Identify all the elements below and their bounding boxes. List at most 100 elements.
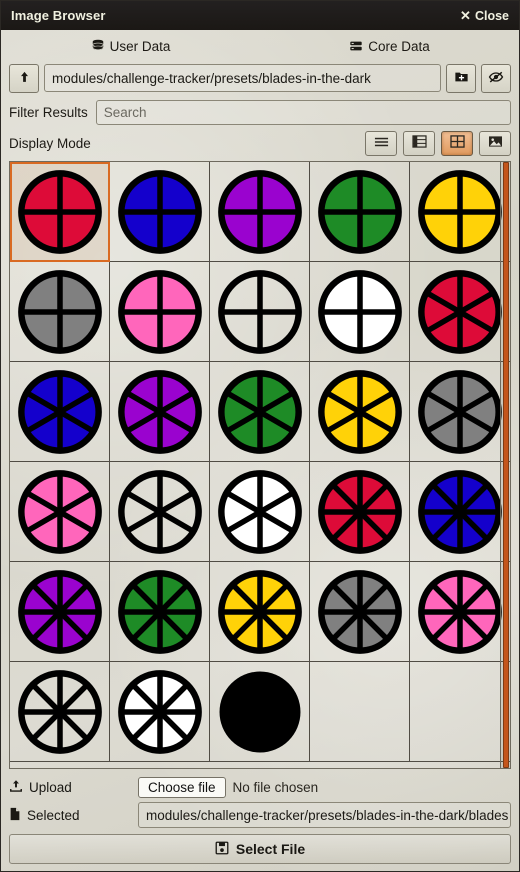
- clock-8-blue-thumbnail: [418, 469, 502, 554]
- upload-label: Upload: [29, 779, 72, 795]
- select-file-button[interactable]: Select File: [9, 834, 511, 864]
- grid-cell[interactable]: [10, 462, 110, 562]
- grid-cell[interactable]: [410, 562, 510, 662]
- eye-slash-icon: [488, 70, 504, 87]
- grid-cell[interactable]: [310, 562, 410, 662]
- clock-4-transparent-thumbnail: [217, 269, 302, 354]
- grid-cell-empty: [310, 662, 410, 762]
- data-source-tabs: User Data Core Data: [1, 30, 519, 60]
- clock-6-white-thumbnail: [217, 469, 302, 554]
- upload-row: Upload Choose file No file chosen: [9, 773, 511, 801]
- grid-cell[interactable]: [210, 662, 310, 762]
- grid-cell[interactable]: [110, 162, 210, 262]
- database-icon: [91, 39, 105, 53]
- clock-6-yellow-thumbnail: [317, 369, 402, 454]
- no-file-chosen-text: No file chosen: [232, 779, 319, 795]
- clock-8-purple-thumbnail: [17, 569, 102, 654]
- list-icon: [374, 136, 389, 151]
- clock-6-blue-thumbnail: [17, 369, 102, 454]
- grid-scrollbar-track[interactable]: [500, 162, 510, 768]
- grid-cell[interactable]: [110, 662, 210, 762]
- grid-cell[interactable]: [110, 462, 210, 562]
- upload-label-group: Upload: [9, 779, 131, 796]
- grid-cell[interactable]: [310, 162, 410, 262]
- display-mode-details-button[interactable]: [403, 130, 435, 156]
- clock-4-crimson-thumbnail: [17, 169, 102, 254]
- save-icon: [215, 841, 229, 858]
- display-mode-row: Display Mode: [1, 127, 519, 159]
- clock-8-transparent-thumbnail: [17, 669, 102, 754]
- grid-cell[interactable]: [410, 362, 510, 462]
- grid-cell-empty: [410, 662, 510, 762]
- clock-4-purple-thumbnail: [217, 169, 302, 254]
- grid-cell[interactable]: [110, 562, 210, 662]
- new-folder-button[interactable]: [446, 63, 476, 93]
- display-mode-list-button[interactable]: [365, 130, 397, 156]
- grid-cell[interactable]: [10, 162, 110, 262]
- grid-cell[interactable]: [210, 562, 310, 662]
- arrow-up-icon: [18, 70, 31, 87]
- server-icon: [349, 39, 363, 53]
- choose-file-button[interactable]: Choose file: [138, 776, 226, 798]
- source-tab-user-data[interactable]: User Data: [1, 39, 260, 54]
- upload-icon: [9, 779, 23, 796]
- clock-4-green-thumbnail: [317, 169, 402, 254]
- clock-8-grey-thumbnail: [317, 569, 402, 654]
- clock-6-transparent-thumbnail: [117, 469, 202, 554]
- clock-8-white-thumbnail: [117, 669, 202, 754]
- grid-cell[interactable]: [410, 462, 510, 562]
- folder-plus-icon: [454, 70, 469, 87]
- grid-icon: [449, 135, 465, 151]
- clock-4-blue-thumbnail: [117, 169, 202, 254]
- image-icon: [488, 135, 503, 151]
- grid-cell[interactable]: [210, 162, 310, 262]
- clock-4-white-thumbnail: [317, 269, 402, 354]
- clock-4-pink-thumbnail: [117, 269, 202, 354]
- source-tab-user-data-label: User Data: [109, 38, 171, 54]
- toggle-hidden-button[interactable]: [481, 63, 511, 93]
- grid-cell[interactable]: [10, 662, 110, 762]
- grid-scrollbar-thumb[interactable]: [503, 162, 509, 768]
- clock-6-purple-thumbnail: [117, 369, 202, 454]
- table-icon: [411, 135, 427, 151]
- file-icon: [9, 807, 21, 824]
- select-file-label: Select File: [235, 841, 306, 857]
- parent-directory-button[interactable]: [9, 63, 39, 93]
- clock-4-yellow-thumbnail: [418, 169, 502, 254]
- grid-cell[interactable]: [410, 262, 510, 362]
- grid-cell[interactable]: [10, 362, 110, 462]
- grid-cell[interactable]: [310, 462, 410, 562]
- file-grid: [10, 162, 510, 762]
- path-input[interactable]: modules/challenge-tracker/presets/blades…: [44, 64, 441, 92]
- clock-4-grey-thumbnail: [17, 269, 102, 354]
- clock-8-green-thumbnail: [117, 569, 202, 654]
- grid-cell[interactable]: [110, 262, 210, 362]
- clock-6-grey-thumbnail: [418, 369, 502, 454]
- window-titlebar: Image Browser ✕ Close: [1, 1, 519, 30]
- close-button[interactable]: ✕ Close: [460, 8, 509, 24]
- path-toolbar: modules/challenge-tracker/presets/blades…: [1, 60, 519, 98]
- grid-cell[interactable]: [310, 362, 410, 462]
- filter-row: Filter Results Search: [1, 98, 519, 127]
- selected-path-input[interactable]: modules/challenge-tracker/presets/blades…: [138, 802, 511, 828]
- close-button-label: Close: [474, 8, 509, 23]
- clock-8-crimson-thumbnail: [317, 469, 402, 554]
- grid-cell[interactable]: [310, 262, 410, 362]
- grid-cell[interactable]: [10, 262, 110, 362]
- source-tab-core-data-label: Core Data: [368, 38, 430, 54]
- grid-cell[interactable]: [210, 462, 310, 562]
- grid-cell[interactable]: [410, 162, 510, 262]
- selected-label: Selected: [27, 807, 80, 823]
- grid-cell[interactable]: [10, 562, 110, 662]
- grid-cell[interactable]: [110, 362, 210, 462]
- grid-cell[interactable]: [210, 262, 310, 362]
- display-mode-tiles-button[interactable]: [441, 130, 473, 156]
- display-mode-images-button[interactable]: [479, 130, 511, 156]
- clock-8-pink-thumbnail: [418, 569, 502, 654]
- search-input[interactable]: Search: [95, 100, 511, 125]
- source-tab-core-data[interactable]: Core Data: [260, 39, 519, 54]
- file-grid-container: [9, 161, 511, 769]
- grid-cell[interactable]: [210, 362, 310, 462]
- clock-6-crimson-thumbnail: [418, 269, 502, 354]
- close-x-icon: ✕: [460, 7, 471, 23]
